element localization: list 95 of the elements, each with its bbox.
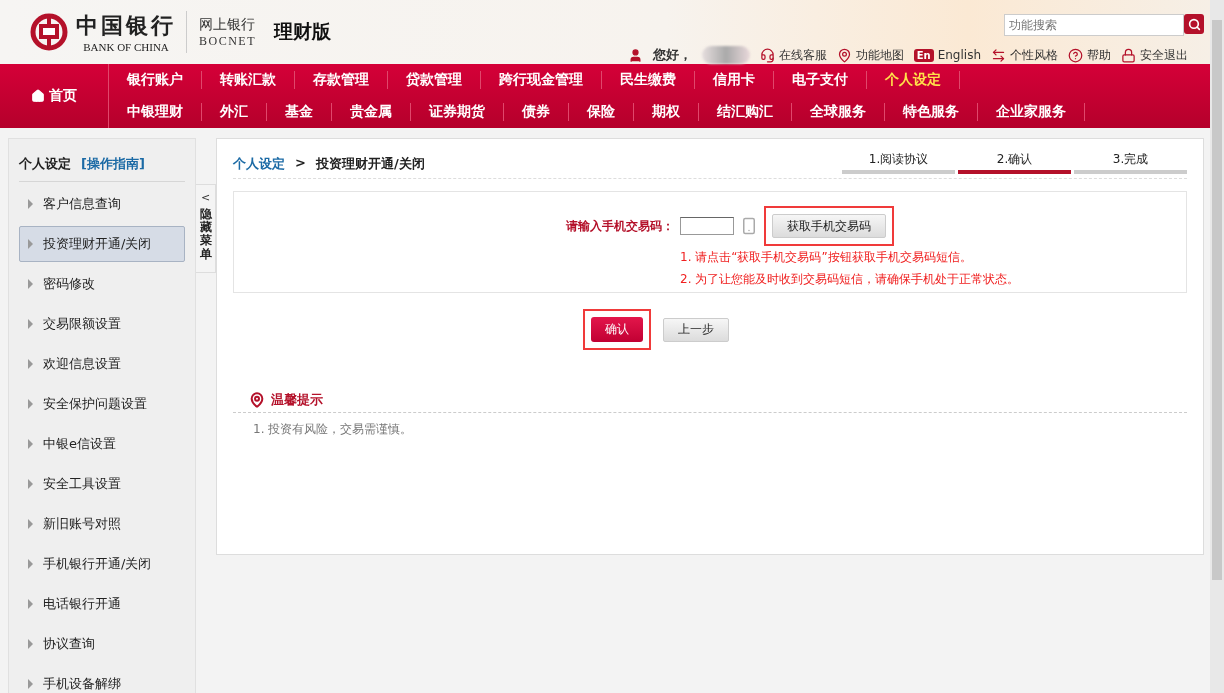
home-tab[interactable]: 首页 <box>0 64 109 128</box>
breadcrumb-current: 投资理财开通/关闭 <box>315 155 425 173</box>
header-link[interactable]: 帮助 <box>1068 46 1111 64</box>
nav-tab[interactable]: 存款管理 <box>295 71 388 89</box>
nav-tab[interactable]: 跨行现金管理 <box>481 71 602 89</box>
nav-tab[interactable]: 结汇购汇 <box>699 103 792 121</box>
phone-icon <box>740 217 758 235</box>
nav-tab[interactable]: 外汇 <box>202 103 267 121</box>
language-badge: En <box>913 48 934 62</box>
triangle-icon <box>28 439 33 449</box>
sidebar-item[interactable]: 新旧账号对照 <box>19 506 185 542</box>
nav-tab[interactable]: 贵金属 <box>332 103 411 121</box>
sidebar-item[interactable]: 中银e信设置 <box>19 426 185 462</box>
sidebar-item[interactable]: 手机银行开通/关闭 <box>19 546 185 582</box>
code-label: 请输入手机交易码： <box>566 217 674 235</box>
sidebar-item[interactable]: 客户信息查询 <box>19 186 185 222</box>
nav-tab[interactable]: 债券 <box>504 103 569 121</box>
nav-tab[interactable]: 特色服务 <box>885 103 978 121</box>
nav-tab[interactable]: 银行账户 <box>109 71 202 89</box>
sidebar-title: 个人设定 <box>19 155 71 173</box>
triangle-icon <box>28 319 33 329</box>
nav-tab[interactable]: 证券期货 <box>411 103 504 121</box>
lock-icon <box>1121 47 1136 63</box>
header-link[interactable]: 在线客服 <box>759 46 827 64</box>
search-button[interactable] <box>1184 14 1204 34</box>
sidebar-item[interactable]: 协议查询 <box>19 626 185 662</box>
header-link[interactable]: 个性风格 <box>991 46 1058 64</box>
nav-tab[interactable]: 期权 <box>634 103 699 121</box>
sidebar-item[interactable]: 欢迎信息设置 <box>19 346 185 382</box>
bank-name-english: BANK OF CHINA <box>83 41 169 53</box>
header-link[interactable]: 安全退出 <box>1121 46 1188 64</box>
search-field[interactable]: 功能搜索 <box>1004 14 1184 36</box>
nav-tab[interactable]: 中银理财 <box>109 103 202 121</box>
triangle-icon <box>28 399 33 409</box>
header-link[interactable]: En English <box>913 48 981 62</box>
confirm-button[interactable]: 确认 <box>591 317 643 342</box>
triangle-icon <box>28 519 33 529</box>
tip-text: 1. 投资有风险，交易需谨慎。 <box>252 421 414 438</box>
triangle-icon <box>28 199 33 209</box>
blurred-name-drawing <box>701 46 750 64</box>
sidebar-item[interactable]: 安全工具设置 <box>19 466 185 502</box>
nav-tab[interactable]: 信用卡 <box>695 71 774 89</box>
nav-tab[interactable]: 基金 <box>267 103 332 121</box>
triangle-icon <box>28 639 33 649</box>
triangle-icon <box>28 359 33 369</box>
instruction-note: 2. 为了让您能及时收到交易码短信，请确保手机处于正常状态。 <box>679 271 1021 288</box>
guide-link[interactable]: [操作指南] <box>81 155 145 173</box>
nav-tab[interactable]: 保险 <box>569 103 634 121</box>
nav-tab[interactable]: 贷款管理 <box>388 71 481 89</box>
home-icon <box>31 89 45 103</box>
sidebar-item[interactable]: 投资理财开通/关闭 <box>19 226 185 262</box>
breadcrumb-link[interactable]: 个人设定 <box>233 155 285 173</box>
get-code-button[interactable]: 获取手机交易码 <box>772 214 886 238</box>
headset-icon <box>759 47 775 63</box>
scrollbar[interactable] <box>1210 0 1224 693</box>
sidebar-item[interactable]: 密码修改 <box>19 266 185 302</box>
sidebar-item[interactable]: 电话银行开通 <box>19 586 185 622</box>
breadcrumb-separator: > <box>295 155 306 172</box>
product-name: 网上银行 <box>199 15 256 34</box>
back-button[interactable]: 上一步 <box>663 317 729 342</box>
hide-menu-label: 隐藏菜单 <box>199 208 212 261</box>
swap-arrows-icon <box>991 47 1006 63</box>
edition-title: 理财版 <box>274 19 331 44</box>
map-pin-icon <box>249 392 265 408</box>
triangle-icon <box>28 599 33 609</box>
sidebar-item[interactable]: 手机设备解绑 <box>19 666 185 693</box>
bank-logo-icon <box>30 13 68 51</box>
sidebar-item[interactable]: 安全保护问题设置 <box>19 386 185 422</box>
progress-step: 2.确认 <box>958 151 1071 174</box>
code-input-field[interactable] <box>680 217 734 235</box>
hide-menu-tab[interactable]: < 隐藏菜单 <box>196 184 216 273</box>
nav-tab[interactable]: 企业家服务 <box>978 103 1085 121</box>
triangle-icon <box>28 679 33 689</box>
user-icon <box>627 47 643 63</box>
sidebar-item[interactable]: 交易限额设置 <box>19 306 185 342</box>
product-name-english: BOCNET <box>199 33 256 49</box>
map-pin-icon <box>836 47 852 63</box>
nav-tab[interactable]: 电子支付 <box>774 71 867 89</box>
header-link[interactable]: 功能地图 <box>836 46 904 64</box>
nav-tab[interactable]: 全球服务 <box>792 103 885 121</box>
triangle-icon <box>28 239 33 249</box>
tips-title: 温馨提示 <box>271 391 323 409</box>
instruction-note: 1. 请点击“获取手机交易码”按钮获取手机交易码短信。 <box>679 249 973 266</box>
collapse-arrow: < <box>200 191 211 204</box>
help-icon <box>1068 47 1083 63</box>
greeting: 您好， <box>652 46 692 64</box>
triangle-icon <box>28 559 33 569</box>
progress-step: 3.完成 <box>1074 151 1187 174</box>
nav-tab[interactable]: 民生缴费 <box>602 71 695 89</box>
progress-step: 1.阅读协议 <box>842 151 955 174</box>
nav-tab[interactable]: 转账汇款 <box>202 71 295 89</box>
nav-tab[interactable]: 个人设定 <box>867 71 960 89</box>
triangle-icon <box>28 279 33 289</box>
triangle-icon <box>28 479 33 489</box>
bank-name: 中国银行 <box>76 11 176 40</box>
